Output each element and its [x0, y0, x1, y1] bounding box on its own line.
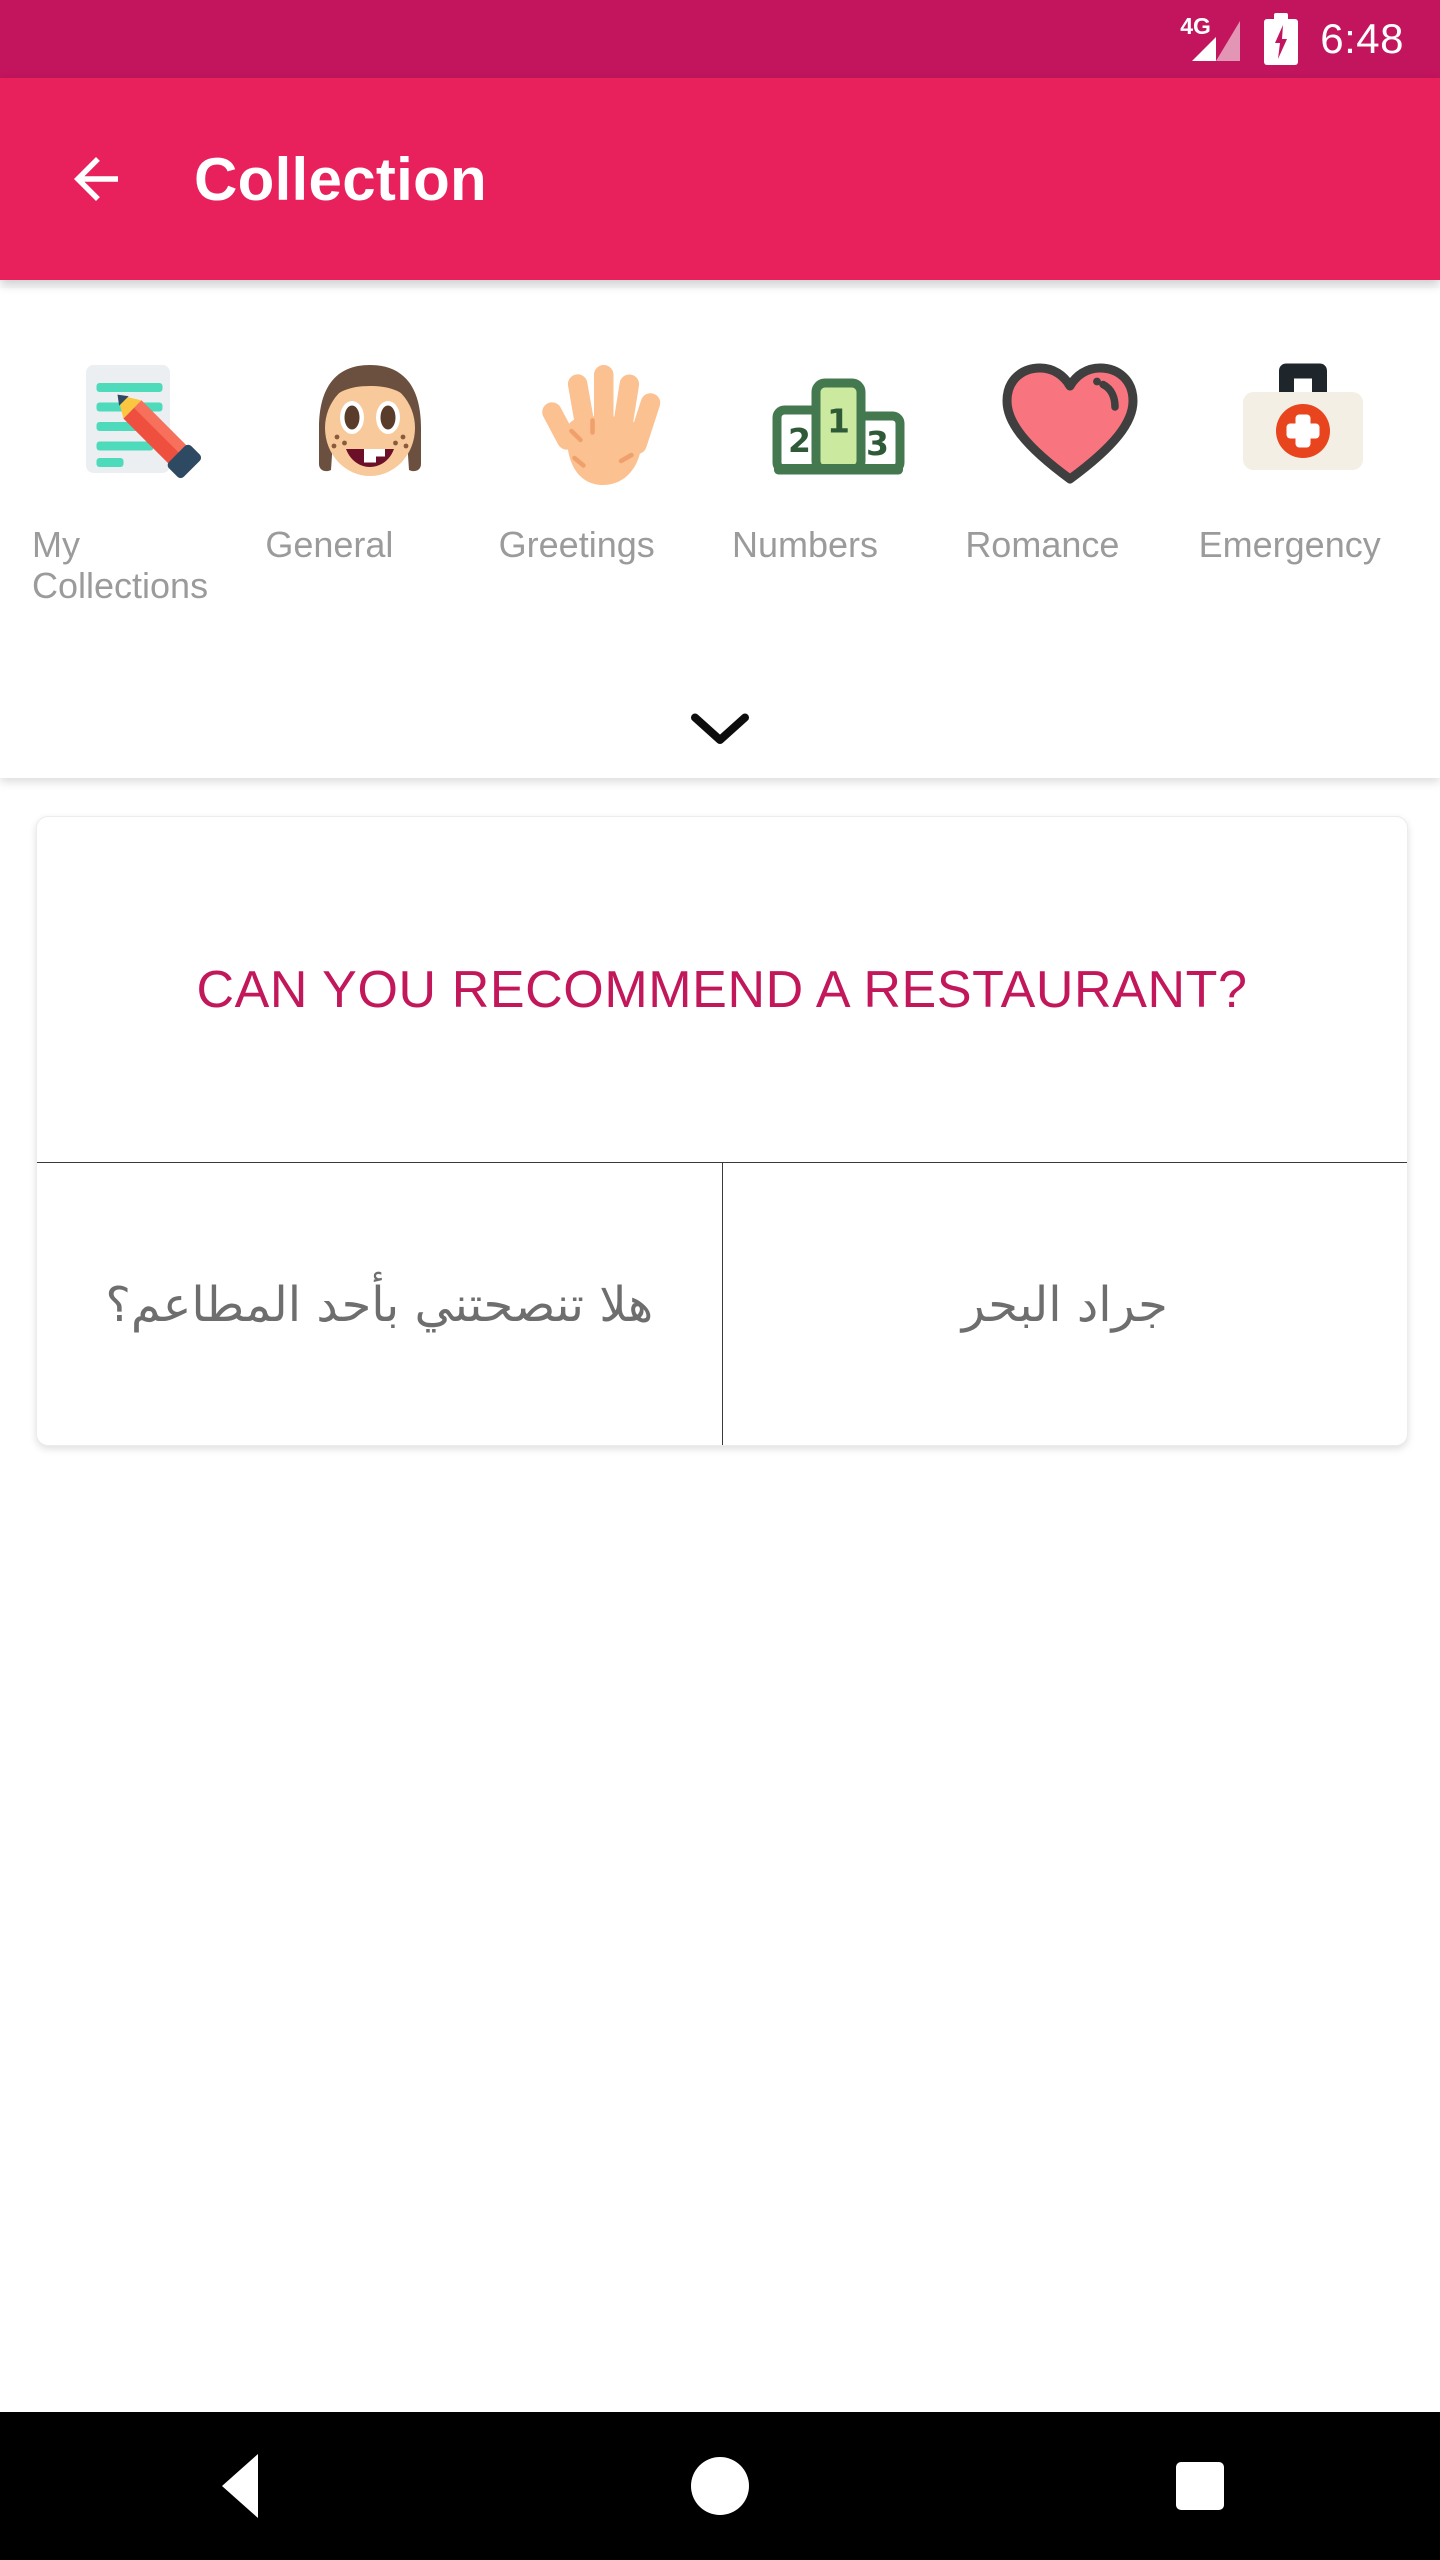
category-label: Emergency — [1198, 524, 1381, 565]
app-bar: Collection — [0, 78, 1440, 280]
translation-text-right: جراد البحر — [961, 1276, 1168, 1333]
category-label: General — [265, 524, 394, 565]
nav-home-circle-icon — [691, 2457, 749, 2515]
category-label: My Collections — [32, 524, 209, 607]
svg-text:1: 1 — [827, 402, 850, 441]
phone-screen: 4G 6:48 Collection My Collections Genera… — [0, 0, 1440, 2560]
category-item-numbers[interactable]: 2 1 3 Numbers — [720, 288, 953, 565]
category-label: Romance — [965, 524, 1120, 565]
phrase-english-row: CAN YOU RECOMMEND A RESTAURANT? — [37, 817, 1407, 1163]
raised-hand-icon — [518, 340, 688, 510]
status-bar: 4G 6:48 — [0, 0, 1440, 78]
svg-text:2: 2 — [788, 421, 811, 460]
first-aid-kit-icon — [1218, 340, 1388, 510]
nav-back-button[interactable] — [160, 2412, 320, 2560]
translation-text-left: هلا تنصحتني بأحد المطاعم؟ — [105, 1276, 654, 1333]
signal-triangle-icon — [1192, 21, 1241, 61]
signal-bars-icon: 4G — [1180, 13, 1242, 65]
category-panel: My Collections General Greetings 2 1 3 N… — [0, 288, 1440, 778]
category-item-my-collections[interactable]: My Collections — [20, 288, 253, 607]
nav-home-button[interactable] — [640, 2412, 800, 2560]
girl-face-icon — [285, 340, 455, 510]
nav-back-triangle-icon — [222, 2454, 258, 2518]
translation-cell-right[interactable]: جراد البحر — [723, 1163, 1408, 1445]
nav-recents-square-icon — [1176, 2462, 1224, 2510]
heart-icon — [985, 340, 1155, 510]
arrow-left-icon — [74, 157, 118, 201]
battery-charging-icon — [1264, 13, 1299, 65]
charging-bolt-icon — [1275, 25, 1288, 59]
category-label: Greetings — [498, 524, 655, 565]
android-nav-bar — [0, 2412, 1440, 2560]
category-item-emergency[interactable]: Emergency — [1187, 288, 1420, 565]
translation-cell-left[interactable]: هلا تنصحتني بأحد المطاعم؟ — [37, 1163, 723, 1445]
phrase-card[interactable]: CAN YOU RECOMMEND A RESTAURANT? هلا تنصح… — [36, 816, 1408, 1446]
category-item-greetings[interactable]: Greetings — [487, 288, 720, 565]
podium-123-icon: 2 1 3 — [752, 340, 922, 510]
nav-recents-button[interactable] — [1120, 2412, 1280, 2560]
category-label: Numbers — [731, 524, 879, 565]
category-item-general[interactable]: General — [253, 288, 486, 565]
phrase-english-text: CAN YOU RECOMMEND A RESTAURANT? — [196, 960, 1248, 1019]
page-title: Collection — [194, 145, 488, 213]
back-button[interactable] — [44, 127, 148, 231]
memo-pencil-icon — [52, 340, 222, 510]
expand-categories-button[interactable] — [0, 710, 1440, 750]
svg-text:3: 3 — [866, 424, 889, 463]
status-bar-clock: 6:48 — [1320, 15, 1404, 62]
category-row: My Collections General Greetings 2 1 3 N… — [0, 288, 1440, 648]
category-item-romance[interactable]: Romance — [953, 288, 1186, 565]
chevron-down-icon — [691, 713, 749, 744]
status-bar-icons: 4G 6:48 — [1180, 13, 1404, 65]
phrase-translation-row: هلا تنصحتني بأحد المطاعم؟ جراد البحر — [37, 1163, 1408, 1445]
